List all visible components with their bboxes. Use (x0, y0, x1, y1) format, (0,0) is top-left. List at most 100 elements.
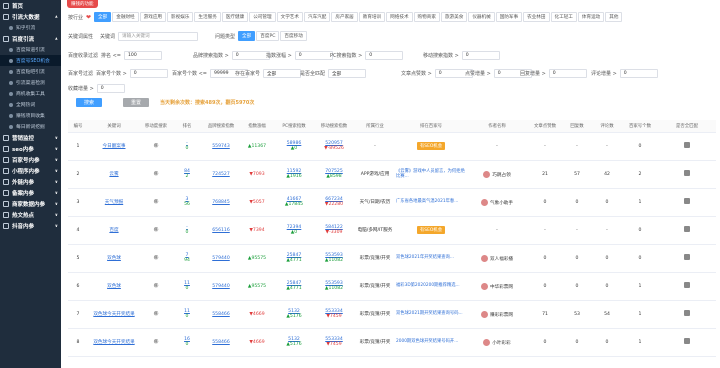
sidebar-item[interactable]: 知乎引流 (0, 22, 61, 33)
sidebar-item[interactable]: 备案内参 ∨ (0, 187, 61, 198)
column-header[interactable]: 评论数 (592, 120, 622, 133)
industry-tag[interactable]: 全部 (94, 12, 112, 22)
column-header[interactable]: 移动搜索指数 (314, 120, 354, 133)
column-header[interactable]: 回复数 (562, 120, 592, 133)
keyword-input[interactable]: 请输入关键词 (118, 31, 199, 41)
baijiahao-article-link[interactable]: 2000期双色球开奖结果号码开... (396, 339, 466, 345)
detail-icon[interactable] (684, 142, 690, 148)
column-header[interactable]: 是否全匹配 (658, 120, 716, 133)
filter-input[interactable]: 0 (365, 51, 404, 60)
sidebar-item[interactable]: 引流大数据 ∧ (0, 11, 61, 22)
mobile-baidu-icon[interactable]: ㊝ (154, 340, 159, 345)
industry-tag[interactable]: 公司管理 (249, 12, 276, 22)
keyword-link[interactable]: 双色球 (107, 284, 121, 289)
keyword-link[interactable]: 云雾 (109, 172, 118, 177)
sidebar-item[interactable]: 赚钱项目收集 (0, 110, 61, 121)
filter-input[interactable]: 0 (461, 51, 500, 60)
column-header[interactable]: 指数涨幅 (240, 120, 274, 133)
column-header[interactable]: 品牌搜索指数 (202, 120, 240, 133)
author-name[interactable]: - (496, 228, 498, 233)
column-header[interactable]: 排名 (172, 120, 202, 133)
sidebar-item[interactable]: 外链内参 ∨ (0, 176, 61, 187)
mobile-baidu-icon[interactable]: ㊝ (154, 312, 159, 317)
filter-input[interactable]: 0 (231, 51, 270, 60)
industry-tag[interactable]: 生活服务 (194, 12, 221, 22)
industry-tag[interactable]: 旅游美食 (440, 12, 468, 22)
sidebar-item[interactable]: 百度知道引流 (0, 44, 61, 55)
sidebar-item[interactable]: 商家数据内参 ∨ (0, 198, 61, 209)
industry-tag[interactable]: 购物商家 (413, 12, 440, 22)
column-header[interactable]: 百家号个数 (622, 120, 658, 133)
mobile-baidu-icon[interactable]: ㊝ (154, 284, 159, 289)
favorites-input[interactable]: 0 (96, 84, 125, 93)
industry-tag[interactable]: 游戏应用 (139, 12, 167, 22)
author-name[interactable]: 小叶彩彩 (492, 341, 510, 346)
search-type-tag[interactable]: 百度移动 (280, 31, 307, 41)
industry-tag[interactable]: 其他 (605, 12, 623, 22)
author-name[interactable]: 赚彩彩票网 (490, 313, 513, 318)
sidebar-item[interactable]: 引流渠道检测 (0, 77, 61, 88)
industry-tag[interactable]: 体育运动 (577, 12, 605, 22)
sidebar-item[interactable]: seo内参 ∨ (0, 143, 61, 154)
sidebar-item[interactable]: 商机收集工具 (0, 88, 61, 99)
industry-tag[interactable]: 医疗健康 (221, 12, 249, 22)
keyword-link[interactable]: 今日翻案事 (103, 144, 126, 149)
industry-tag[interactable]: 汽车汽配 (303, 12, 331, 22)
column-header[interactable]: 编号 (68, 120, 88, 133)
filter-input[interactable]: 全部 (328, 69, 367, 78)
brand-index[interactable]: 558466 (212, 312, 230, 317)
search-type-tag[interactable]: 百度PC (256, 31, 280, 41)
author-name[interactable]: 巧跳占领 (492, 173, 510, 178)
column-header[interactable]: PC搜索指数 (274, 120, 314, 133)
brand-index[interactable]: 724527 (212, 172, 230, 177)
industry-tag[interactable]: 影视娱乐 (167, 12, 194, 22)
industry-tag[interactable]: 网络技术 (386, 12, 413, 22)
detail-icon[interactable] (684, 170, 690, 176)
author-name[interactable]: 双人福彩播 (490, 257, 513, 262)
sidebar-item[interactable]: 小程序内参 ∨ (0, 165, 61, 176)
keyword-link[interactable]: 双色球 (107, 256, 121, 261)
mobile-baidu-icon[interactable]: ㊝ (154, 256, 159, 261)
keyword-link[interactable]: 双色球今天开奖结果 (93, 312, 134, 317)
baijiahao-article-link[interactable]: 双色球2021期开奖结果查询号码... (396, 311, 466, 317)
mobile-baidu-icon[interactable]: ㊝ (154, 228, 159, 233)
sidebar-item[interactable]: 百家号内参 ∨ (0, 154, 61, 165)
seo-opportunity-tag[interactable]: 有SEO机会 (416, 226, 446, 234)
detail-icon[interactable] (684, 226, 690, 232)
detail-icon[interactable] (684, 310, 690, 316)
column-header[interactable]: 作者名称 (466, 120, 528, 133)
baijiahao-article-link[interactable]: 福彩3D第2020200期推荐精选... (396, 283, 466, 289)
sidebar-item[interactable]: 每日新词挖掘 (0, 121, 61, 132)
seo-opportunity-tag[interactable]: 有SEO机会 (416, 142, 446, 150)
detail-icon[interactable] (684, 254, 690, 260)
sidebar-item[interactable]: 百度贴吧引流 (0, 66, 61, 77)
detail-icon[interactable] (684, 282, 690, 288)
filter-input[interactable]: 全部 (263, 69, 302, 78)
industry-tag[interactable]: 化工轻工 (550, 12, 577, 22)
keyword-link[interactable]: 百度 (109, 228, 118, 233)
column-header[interactable]: 所属行业 (354, 120, 396, 133)
filter-input[interactable]: 0 (129, 69, 168, 78)
sidebar-item[interactable]: 全网热词 (0, 99, 61, 110)
reset-button[interactable]: 重置 (123, 98, 150, 107)
mobile-baidu-icon[interactable]: ㊝ (154, 144, 159, 149)
column-header[interactable]: 文章点赞数 (528, 120, 562, 133)
column-header[interactable]: 关键词 (88, 120, 140, 133)
author-name[interactable]: - (496, 144, 498, 149)
filter-input[interactable]: 0 (619, 69, 658, 78)
industry-tag[interactable]: 农业林田 (523, 12, 550, 22)
brand-index[interactable]: 579440 (212, 256, 230, 261)
author-name[interactable]: 气象小助手 (490, 201, 513, 206)
sidebar-item[interactable]: 营销监控 ∨ (0, 132, 61, 143)
sidebar-item[interactable]: 抖音内参 ∨ (0, 220, 61, 231)
industry-tag[interactable]: 仪器机械 (468, 12, 495, 22)
mobile-baidu-icon[interactable]: ㊝ (154, 200, 159, 205)
sidebar-item[interactable]: 百度引流 ∧ (0, 33, 61, 44)
detail-icon[interactable] (684, 198, 690, 204)
sidebar-item[interactable]: 百度号SEO机会 (0, 55, 61, 66)
industry-tag[interactable]: 文学艺术 (276, 12, 303, 22)
keyword-link[interactable]: 天气预报 (105, 200, 123, 205)
industry-tag[interactable]: 金融财经 (112, 12, 139, 22)
brand-index[interactable]: 559743 (212, 144, 230, 149)
baijiahao-article-link[interactable]: 双色球2021年开奖结果查询... (396, 255, 466, 261)
